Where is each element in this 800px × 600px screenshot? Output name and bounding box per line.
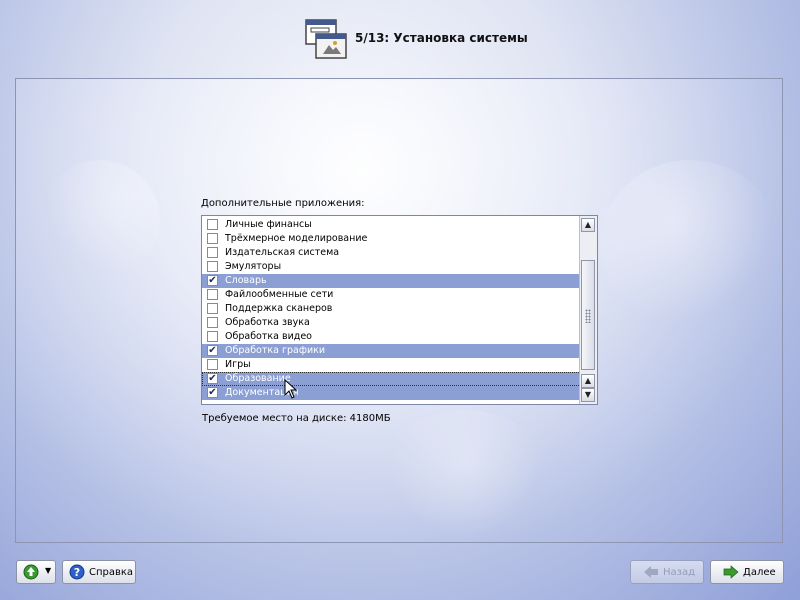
list-item[interactable]: ✔ Образование [202,372,581,386]
checkbox[interactable] [207,331,218,342]
list-item-label: Файлообменные сети [225,289,334,300]
scroll-thumb[interactable] [581,260,595,370]
arrow-right-icon [723,565,739,579]
package-list[interactable]: Личные финансы Трёхмерное моделирование Из… [201,215,598,405]
checkbox[interactable] [207,289,218,300]
list-item-label: Обработка звука [225,317,310,328]
list-item-label: Обработка графики [225,345,326,356]
scroll-down-button[interactable]: ▼ [581,388,595,402]
back-button[interactable]: Назад [630,560,704,584]
list-item[interactable]: Трёхмерное моделирование [202,232,581,246]
checkbox[interactable] [207,359,218,370]
list-item[interactable]: Поддержка сканеров [202,302,581,316]
list-item[interactable]: Игры [202,358,581,372]
next-button[interactable]: Далее [710,560,784,584]
list-scrollbar[interactable]: ▲ ▲ ▼ [579,216,597,404]
disk-space-label: Требуемое место на диске: 4180МБ [202,413,391,424]
list-item-label: Образование [225,373,291,384]
arrow-up-circle-icon [23,564,39,580]
help-button-label: Справка [89,567,134,578]
checkbox[interactable] [207,261,218,272]
options-menu-button[interactable]: ▼ [16,560,56,584]
list-item[interactable]: Личные финансы [202,218,581,232]
list-item[interactable]: Эмуляторы [202,260,581,274]
list-item-label: Словарь [225,275,267,286]
checkbox[interactable]: ✔ [207,275,218,286]
list-item-label: Трёхмерное моделирование [225,233,368,244]
help-icon: ? [69,564,85,580]
list-item[interactable]: Файлообменные сети [202,288,581,302]
svg-text:?: ? [74,566,80,579]
scroll-up-button-2[interactable]: ▲ [581,374,595,388]
list-item-label: Личные финансы [225,219,312,230]
installer-icon [305,19,347,59]
checkbox[interactable]: ✔ [207,345,218,356]
grip-icon [585,309,591,323]
list-item[interactable]: ✔ Документация [202,386,581,400]
list-item[interactable]: ✔ Обработка графики [202,344,581,358]
list-item-label: Обработка видео [225,331,312,342]
checkbox[interactable] [207,247,218,258]
checkbox[interactable]: ✔ [207,387,218,398]
scroll-up-button[interactable]: ▲ [581,218,595,232]
mouse-cursor-icon [284,379,298,399]
list-item[interactable]: Обработка видео [202,330,581,344]
header: 5/13: Установка системы [0,0,800,78]
checkbox[interactable] [207,219,218,230]
arrow-left-icon [644,566,658,578]
list-item[interactable]: ✔ Словарь [202,274,581,288]
chevron-down-icon: ▼ [45,566,52,575]
checkbox[interactable] [207,303,218,314]
list-item[interactable]: Обработка звука [202,316,581,330]
next-button-label: Далее [743,567,776,578]
list-item-label: Игры [225,359,251,370]
list-item[interactable]: Издательская система [202,246,581,260]
help-button[interactable]: ? Справка [62,560,136,584]
list-item-label: Издательская система [225,247,340,258]
list-item-label: Эмуляторы [225,261,282,272]
back-button-label: Назад [663,567,696,578]
section-label: Дополнительные приложения: [201,198,365,209]
page-title: 5/13: Установка системы [355,31,528,45]
checkbox[interactable] [207,233,218,244]
checkbox[interactable]: ✔ [207,373,218,384]
checkbox[interactable] [207,317,218,328]
list-item-label: Поддержка сканеров [225,303,333,314]
